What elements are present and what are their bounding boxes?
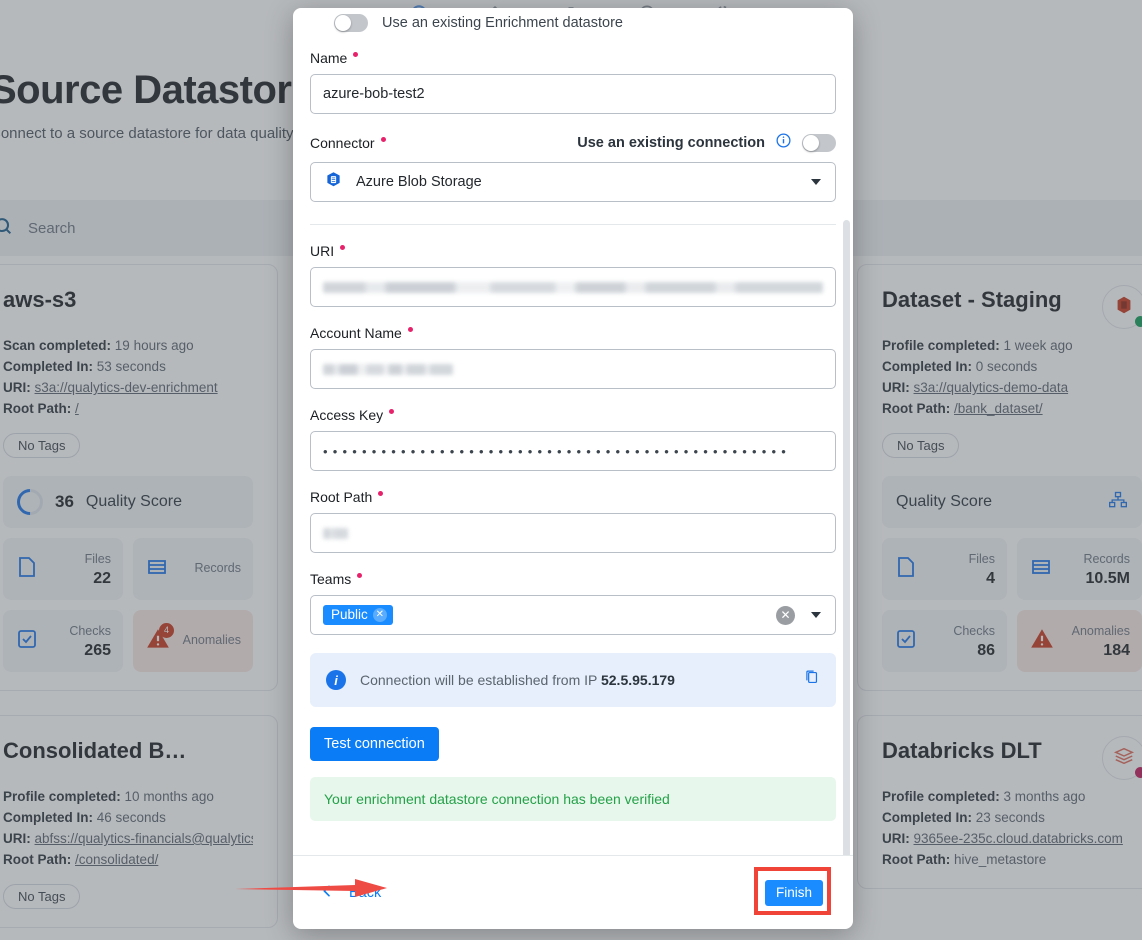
required-indicator-icon [380, 137, 386, 142]
connector-select[interactable]: Azure Blob Storage [310, 162, 836, 202]
root-path-field-group: Root Path [310, 489, 836, 553]
info-circle-icon[interactable] [775, 132, 792, 154]
teams-label-row: Teams [310, 571, 836, 587]
remove-chip-icon[interactable]: ✕ [372, 607, 387, 622]
root-path-input[interactable] [310, 513, 836, 553]
uri-label: URI [310, 243, 335, 259]
finish-button-wrapper: Finish [753, 866, 831, 915]
root-path-label: Root Path [310, 489, 373, 505]
account-name-redacted-value [323, 363, 453, 375]
account-name-field-group: Account Name [310, 325, 836, 389]
name-label-row: Name [310, 50, 836, 66]
chevron-left-icon [319, 883, 335, 903]
uri-redacted-value [323, 281, 823, 293]
test-connection-button[interactable]: Test connection [310, 727, 439, 761]
back-button[interactable]: Back [319, 883, 381, 903]
root-path-redacted-value [323, 527, 348, 539]
required-indicator-icon [357, 573, 363, 578]
connection-ip-text: Connection will be established from IP 5… [360, 672, 675, 688]
existing-connection-row[interactable]: Use an existing connection [577, 132, 836, 154]
name-label: Name [310, 50, 348, 66]
account-name-label: Account Name [310, 325, 402, 341]
required-indicator-icon [340, 245, 346, 250]
info-icon: i [326, 670, 346, 690]
chevron-down-icon[interactable] [811, 179, 821, 185]
required-indicator-icon [389, 409, 395, 414]
uri-label-row: URI [310, 243, 836, 259]
modal-body: Use an existing Enrichment datastore Nam… [293, 8, 853, 855]
access-key-input[interactable]: ••••••••••••••••••••••••••••••••••••••••… [310, 431, 836, 471]
existing-enrichment-toggle-row[interactable]: Use an existing Enrichment datastore [310, 8, 836, 32]
name-input[interactable]: azure-bob-test2 [310, 74, 836, 114]
teams-label: Teams [310, 571, 352, 587]
modal-footer: Back Finish [293, 855, 853, 929]
enrichment-datastore-modal: Use an existing Enrichment datastore Nam… [293, 8, 853, 929]
connector-label: Connector [310, 135, 375, 151]
team-chip-label: Public [331, 607, 368, 622]
connector-header-row: Connector Use an existing connection [310, 132, 836, 154]
finish-button[interactable]: Finish [764, 879, 823, 906]
modal-scrollbar[interactable] [843, 220, 850, 855]
connector-select-value: Azure Blob Storage [356, 174, 482, 190]
chevron-down-icon[interactable] [811, 612, 821, 618]
clear-all-icon[interactable]: ✕ [776, 605, 795, 625]
copy-icon[interactable] [803, 669, 820, 691]
azure-blob-storage-icon [323, 170, 344, 195]
required-indicator-icon [378, 491, 384, 496]
uri-field-group: URI [310, 243, 836, 307]
name-field-group: Name azure-bob-test2 [310, 50, 836, 114]
account-name-label-row: Account Name [310, 325, 836, 341]
connector-label-row: Connector [310, 135, 386, 151]
root-path-label-row: Root Path [310, 489, 836, 505]
required-indicator-icon [407, 327, 413, 332]
account-name-input[interactable] [310, 349, 836, 389]
access-key-label: Access Key [310, 407, 384, 423]
teams-field-group: Teams Public ✕ ✕ [310, 571, 836, 635]
section-divider [310, 224, 836, 225]
access-key-field-group: Access Key •••••••••••••••••••••••••••••… [310, 407, 836, 471]
teams-multiselect[interactable]: Public ✕ ✕ [310, 595, 836, 635]
existing-enrichment-toggle-label: Use an existing Enrichment datastore [382, 15, 623, 31]
connection-success-message: Your enrichment datastore connection has… [310, 777, 836, 821]
connection-ip-info: i Connection will be established from IP… [310, 653, 836, 707]
name-input-value: azure-bob-test2 [323, 86, 425, 102]
existing-enrichment-toggle[interactable] [334, 14, 368, 32]
connection-ip-value: 52.5.95.179 [600, 672, 675, 688]
connection-ip-prefix: Connection will be established from IP [360, 672, 601, 688]
uri-input[interactable] [310, 267, 836, 307]
required-indicator-icon [353, 52, 359, 57]
access-key-masked-value: ••••••••••••••••••••••••••••••••••••••••… [323, 443, 792, 459]
access-key-label-row: Access Key [310, 407, 836, 423]
existing-connection-label: Use an existing connection [577, 135, 765, 151]
team-chip[interactable]: Public ✕ [323, 605, 393, 625]
back-button-label: Back [349, 884, 382, 901]
existing-connection-toggle[interactable] [802, 134, 836, 152]
